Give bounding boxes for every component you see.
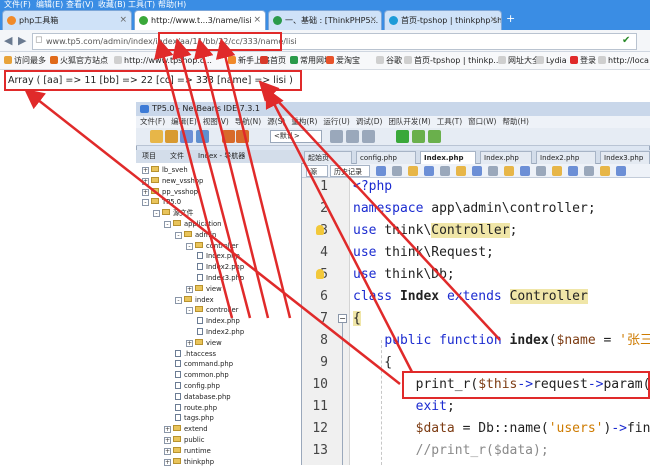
annotation-arrows <box>24 38 501 385</box>
arrow-to-name <box>215 38 292 319</box>
arrow-to-cc <box>193 38 270 319</box>
arrow-to-aa <box>154 38 234 319</box>
arrow-output-right <box>265 87 414 373</box>
arrow-to-bb <box>172 38 252 319</box>
arrow-method <box>258 80 501 341</box>
